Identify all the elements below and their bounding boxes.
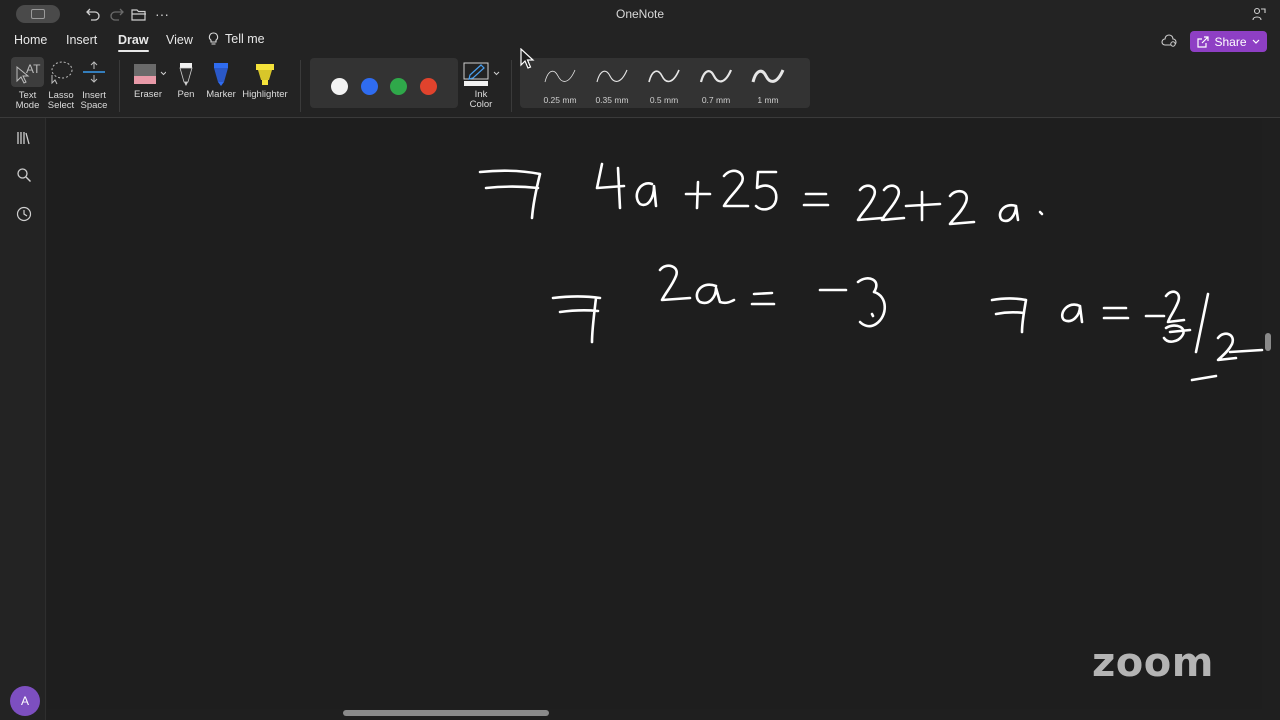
avatar[interactable]: A bbox=[10, 686, 40, 716]
eraser-button[interactable]: Eraser bbox=[128, 60, 168, 100]
tab-draw[interactable]: Draw bbox=[118, 33, 149, 52]
ribbon-divider bbox=[511, 60, 512, 112]
color-swatch-white[interactable] bbox=[331, 78, 348, 95]
pen-label: Pen bbox=[177, 89, 195, 100]
thickness-option[interactable]: 0.25 mm bbox=[534, 62, 586, 105]
pen-color-panel bbox=[310, 58, 458, 108]
highlighter-label: Highlighter bbox=[242, 89, 288, 100]
ink-color-button[interactable]: Ink Color bbox=[460, 60, 502, 110]
thickness-panel: 0.25 mm 0.35 mm 0.5 mm 0.7 mm 1 mm bbox=[520, 58, 810, 108]
insert-space-icon bbox=[83, 61, 105, 83]
highlighter-button[interactable]: Highlighter bbox=[240, 60, 290, 100]
title-bar: ··· OneNote bbox=[0, 0, 1280, 28]
pen-icon bbox=[179, 63, 193, 86]
lasso-select-button[interactable]: Lasso Select bbox=[46, 57, 76, 111]
thickness-option[interactable]: 0.35 mm bbox=[586, 62, 638, 105]
eraser-icon bbox=[134, 64, 166, 84]
text-mode-label-2: Mode bbox=[15, 100, 40, 111]
share-notebook-button[interactable] bbox=[1250, 4, 1268, 24]
chevron-down-icon bbox=[1252, 39, 1259, 44]
window-title: OneNote bbox=[615, 7, 665, 21]
thickness-label: 0.35 mm bbox=[595, 95, 629, 105]
thickness-option[interactable]: 1 mm bbox=[742, 62, 794, 105]
stroke-preview-icon bbox=[648, 69, 680, 83]
recent-icon bbox=[16, 206, 32, 222]
thickness-label: 0.25 mm bbox=[543, 95, 577, 105]
ribbon-tabs: Home Insert Draw View Tell me bbox=[0, 28, 1280, 54]
text-mode-icon: AT bbox=[16, 62, 41, 84]
ink-color-icon bbox=[463, 62, 500, 86]
mouse-cursor-icon bbox=[520, 48, 535, 69]
eraser-label: Eraser bbox=[134, 89, 162, 100]
highlighter-icon bbox=[256, 64, 274, 85]
marker-button[interactable]: Marker bbox=[204, 60, 238, 100]
lasso-icon bbox=[51, 61, 73, 85]
sync-status-button[interactable] bbox=[1161, 34, 1177, 53]
notebooks-button[interactable] bbox=[15, 129, 33, 147]
marker-label: Marker bbox=[206, 89, 236, 100]
thickness-label: 0.5 mm bbox=[649, 95, 679, 105]
share-icon bbox=[1197, 35, 1210, 48]
color-swatch-red[interactable] bbox=[420, 78, 437, 95]
stroke-preview-icon bbox=[596, 69, 628, 83]
tab-home[interactable]: Home bbox=[14, 33, 47, 47]
horizontal-scrollbar[interactable] bbox=[343, 710, 549, 716]
share-label: Share bbox=[1214, 34, 1247, 49]
marker-icon bbox=[214, 63, 228, 86]
vertical-scrollbar[interactable] bbox=[1265, 333, 1271, 351]
cloud-sync-icon bbox=[1161, 34, 1177, 47]
left-navigation bbox=[0, 118, 46, 720]
ribbon-divider bbox=[300, 60, 301, 112]
lasso-label-2: Select bbox=[47, 100, 75, 111]
recent-button[interactable] bbox=[15, 205, 33, 223]
color-swatch-blue[interactable] bbox=[361, 78, 378, 95]
tab-insert[interactable]: Insert bbox=[66, 33, 97, 47]
zoom-logo: zoom bbox=[1092, 640, 1214, 686]
tell-me-label: Tell me bbox=[225, 32, 265, 46]
ink-color-label-2: Color bbox=[469, 99, 493, 110]
tell-me-search[interactable]: Tell me bbox=[208, 32, 265, 46]
thickness-option[interactable]: 0.7 mm bbox=[690, 62, 742, 105]
svg-text:AT: AT bbox=[26, 62, 41, 76]
color-swatch-green[interactable] bbox=[390, 78, 407, 95]
pen-button[interactable]: Pen bbox=[173, 60, 199, 100]
thickness-option[interactable]: 0.5 mm bbox=[638, 62, 690, 105]
search-button[interactable] bbox=[15, 166, 33, 184]
shared-notebook-icon bbox=[1252, 7, 1266, 21]
thickness-label: 0.7 mm bbox=[701, 95, 731, 105]
lightbulb-icon bbox=[208, 32, 219, 45]
share-button[interactable]: Share bbox=[1190, 31, 1267, 52]
tab-view[interactable]: View bbox=[166, 33, 193, 47]
search-icon bbox=[17, 168, 31, 182]
text-mode-button[interactable]: AT Text Mode bbox=[11, 57, 44, 111]
stroke-preview-icon bbox=[544, 69, 576, 83]
draw-ribbon: AT Text Mode Lasso Select Insert Space E… bbox=[0, 54, 1280, 118]
insert-space-label-2: Space bbox=[80, 100, 108, 111]
thickness-label: 1 mm bbox=[757, 95, 779, 105]
ribbon-divider bbox=[119, 60, 120, 112]
stroke-preview-icon bbox=[751, 69, 785, 83]
insert-space-button[interactable]: Insert Space bbox=[78, 57, 110, 111]
stroke-preview-icon bbox=[699, 69, 733, 83]
notebooks-icon bbox=[17, 132, 30, 145]
note-canvas[interactable] bbox=[47, 119, 1262, 709]
